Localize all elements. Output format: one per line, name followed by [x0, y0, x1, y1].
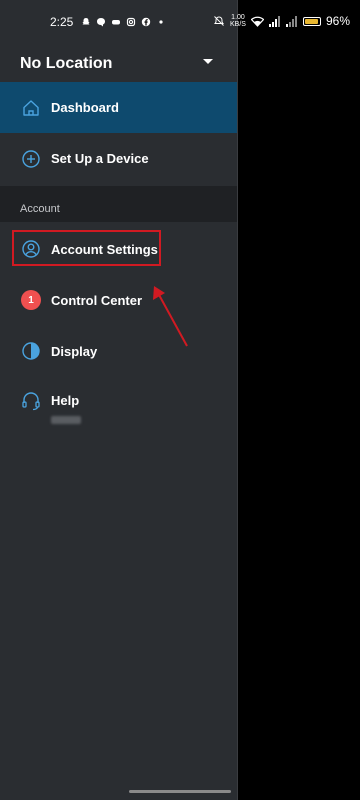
signal-strength-icon	[268, 15, 280, 27]
notification-badge: 1	[21, 290, 41, 310]
menu-item-label: Display	[51, 343, 98, 359]
home-icon	[23, 99, 39, 116]
menu-item-setup-device[interactable]: Set Up a Device	[0, 133, 237, 184]
help-version-blurred	[51, 416, 81, 424]
home-indicator[interactable]	[129, 790, 231, 793]
location-selector[interactable]: No Location	[0, 46, 237, 82]
section-header-account: Account	[0, 186, 237, 222]
contrast-icon	[22, 342, 40, 360]
section-label: Account	[20, 203, 60, 215]
battery-icon	[302, 16, 321, 26]
chat-notification-icon	[97, 18, 106, 27]
wifi-icon	[250, 16, 264, 27]
menu-item-display[interactable]: Display	[0, 326, 237, 376]
menu-item-label: Dashboard	[51, 100, 119, 115]
status-time: 2:25	[50, 15, 74, 29]
network-speed: 1.00 KB/S	[230, 14, 246, 28]
menu-item-label: Set Up a Device	[51, 151, 149, 166]
network-speed-value: 1.00	[231, 14, 245, 21]
battery-fill	[304, 18, 319, 24]
status-right: 1.00 KB/S 96%	[213, 14, 350, 28]
menu-item-control-center[interactable]: 1 Control Center	[0, 275, 237, 325]
dropdown-caret-icon[interactable]	[203, 59, 213, 64]
annotation-highlight-box	[12, 230, 161, 266]
drawer-scrim[interactable]	[237, 0, 360, 800]
snapchat-notification-icon	[82, 18, 90, 25]
game-controller-notification-icon	[112, 20, 121, 25]
headset-icon	[22, 392, 40, 411]
alarm-muted-icon	[214, 16, 224, 26]
battery-percent: 96%	[325, 14, 350, 28]
status-bar: 2:25 1.00 KB/S 96%	[0, 0, 360, 46]
more-notifications-dot-icon	[159, 20, 163, 24]
menu-item-label: Control Center	[51, 292, 142, 308]
instagram-notification-icon	[127, 17, 136, 27]
status-left: 2:25	[50, 15, 166, 29]
location-title: No Location	[20, 55, 113, 72]
menu-item-help[interactable]: Help	[0, 376, 237, 426]
menu-item-dashboard[interactable]: Dashboard	[0, 82, 237, 133]
signal-strength-secondary-icon	[285, 15, 297, 27]
menu-item-label: Help	[51, 393, 80, 408]
network-speed-unit: KB/S	[230, 21, 246, 28]
annotation-arrow	[153, 286, 188, 347]
add-circle-icon	[22, 149, 40, 168]
facebook-notification-icon	[142, 17, 151, 27]
